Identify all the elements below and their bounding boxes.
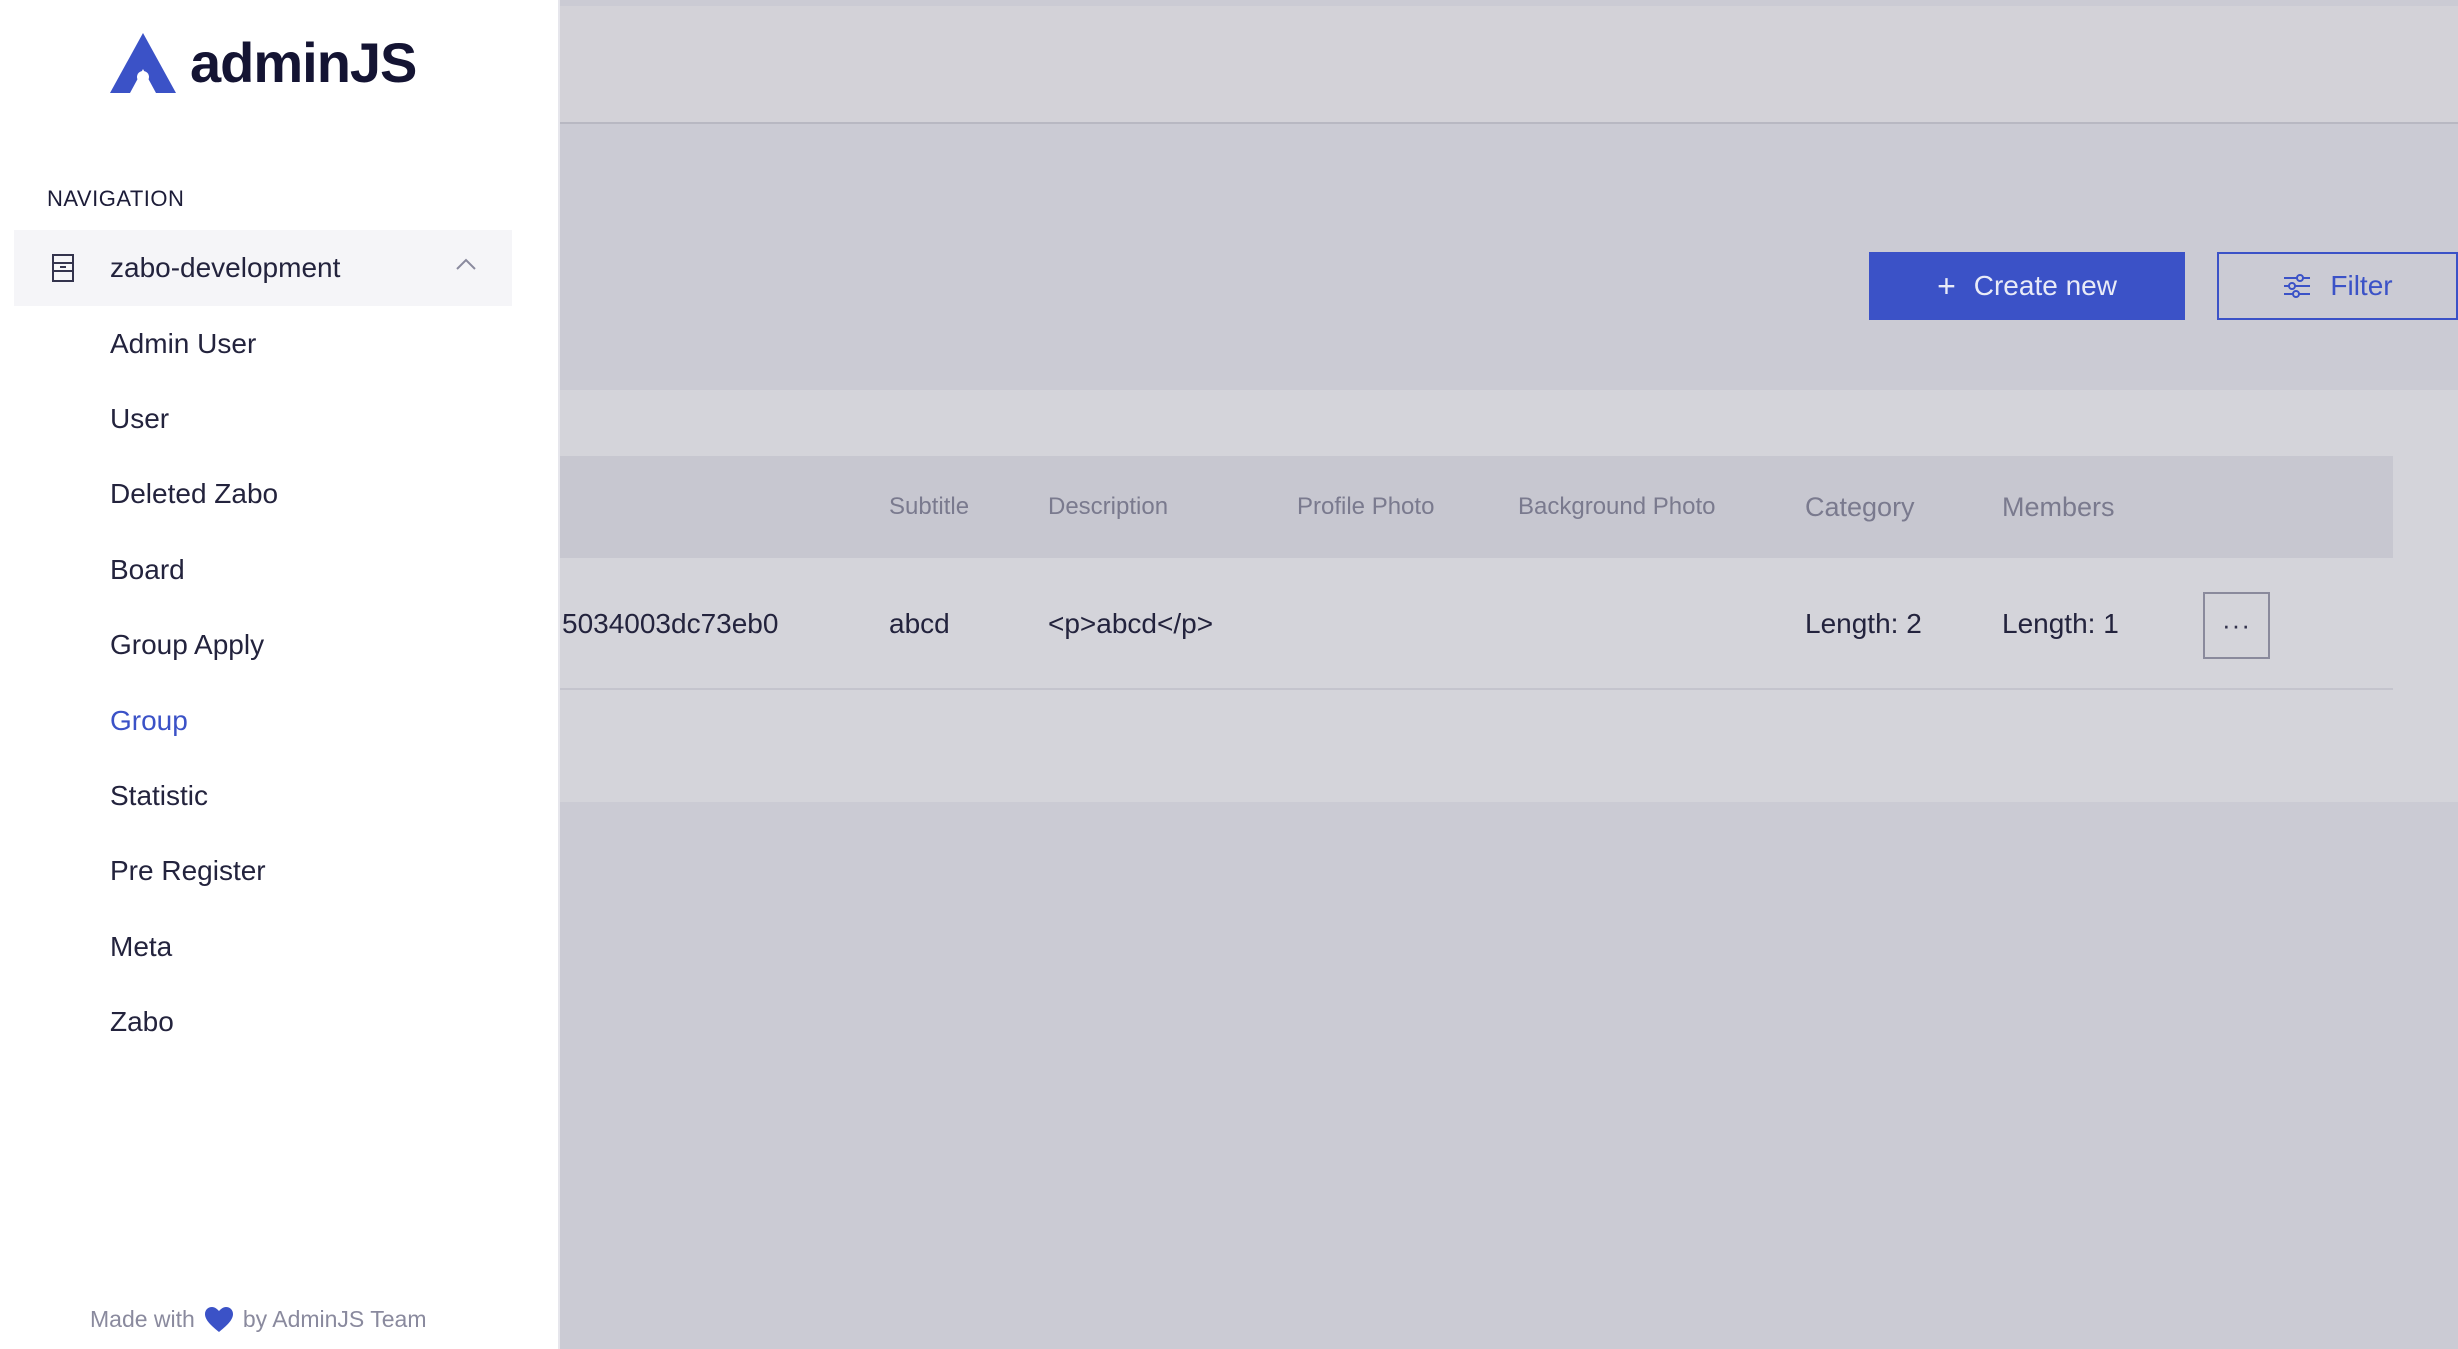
column-header-category[interactable]: Category: [1805, 456, 1915, 558]
cell-description: <p>abcd</p>: [1048, 608, 1214, 639]
column-header-profile-photo[interactable]: Profile Photo: [1297, 456, 1434, 558]
nav-item-admin-user[interactable]: Admin User: [110, 306, 278, 381]
main-content: + Create new Filter Subtitle Description…: [560, 0, 2458, 1349]
column-header-background-photo[interactable]: Background Photo: [1518, 456, 1715, 558]
heart-icon: [204, 1306, 233, 1332]
navigation-heading: NAVIGATION: [47, 186, 185, 211]
records-panel: Subtitle Description Profile Photo Backg…: [560, 390, 2458, 802]
nav-item-deleted-zabo[interactable]: Deleted Zabo: [110, 457, 278, 532]
top-bar: [560, 6, 2458, 124]
filter-icon: [2284, 274, 2311, 298]
column-header-description[interactable]: Description: [1048, 456, 1168, 558]
filter-label: Filter: [2330, 270, 2393, 301]
plus-icon: +: [1937, 267, 1956, 304]
filter-button[interactable]: Filter: [2217, 252, 2458, 320]
chevron-up-icon[interactable]: [456, 258, 476, 270]
nav-item-meta[interactable]: Meta: [110, 909, 278, 984]
footer-made-with: Made with: [90, 1306, 195, 1332]
footer: Made with by AdminJS Team: [90, 1306, 427, 1333]
table-header: Subtitle Description Profile Photo Backg…: [560, 456, 2393, 558]
column-header-subtitle[interactable]: Subtitle: [889, 456, 969, 558]
column-header-members[interactable]: Members: [2002, 456, 2115, 558]
nav-item-statistic[interactable]: Statistic: [110, 758, 278, 833]
nav-group-zabo-development[interactable]: zabo-development: [14, 230, 512, 306]
cell-id: 5034003dc73eb0: [562, 608, 779, 639]
nav-item-group-apply[interactable]: Group Apply: [110, 608, 278, 683]
logo-text: adminJS: [190, 31, 417, 94]
footer-by: by AdminJS Team: [242, 1306, 427, 1332]
database-icon: [52, 254, 74, 282]
cell-category: Length: 2: [1805, 608, 1922, 639]
nav-item-user[interactable]: User: [110, 381, 278, 456]
nav-item-zabo[interactable]: Zabo: [110, 985, 278, 1060]
nav-group-label: zabo-development: [110, 252, 341, 283]
table-row[interactable]: 5034003dc73eb0 abcd <p>abcd</p> Length: …: [560, 558, 2393, 690]
cell-members: Length: 1: [2002, 608, 2119, 639]
nav-item-pre-register[interactable]: Pre Register: [110, 834, 278, 909]
logo[interactable]: adminJS: [110, 30, 417, 95]
records-table: Subtitle Description Profile Photo Backg…: [560, 456, 2393, 690]
action-bar: + Create new Filter: [1869, 252, 2458, 320]
nav-list: Admin User User Deleted Zabo Board Group…: [110, 306, 278, 1060]
cell-subtitle: abcd: [889, 608, 950, 639]
sidebar: adminJS NAVIGATION zabo-development Admi…: [0, 0, 560, 1349]
nav-item-board[interactable]: Board: [110, 532, 278, 607]
row-actions-button[interactable]: ···: [2203, 592, 2270, 659]
more-icon: ···: [2222, 610, 2251, 640]
nav-item-group[interactable]: Group: [110, 683, 278, 758]
create-new-label: Create new: [1973, 270, 2117, 301]
create-new-button[interactable]: + Create new: [1869, 252, 2185, 320]
adminjs-logo-icon: [110, 32, 176, 93]
